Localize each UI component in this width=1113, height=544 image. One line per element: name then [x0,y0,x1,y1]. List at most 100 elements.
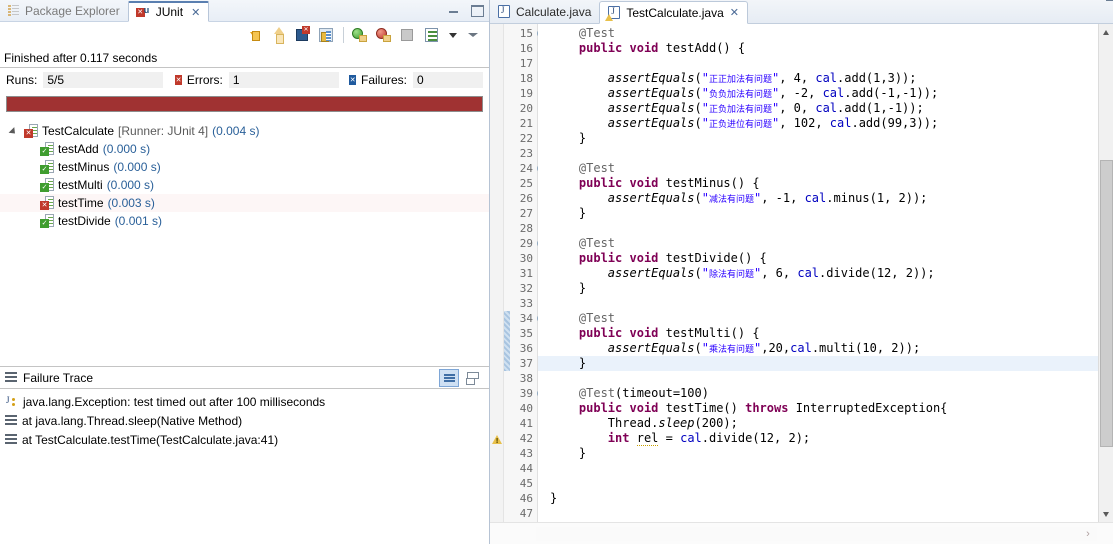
tree-test-time: (0.000 s) [113,160,161,174]
compare-icon[interactable] [463,369,483,387]
tab-calculate-java[interactable]: Calculate.java [490,0,599,23]
failure-trace-list[interactable]: Jjava.lang.Exception: test timed out aft… [0,389,489,544]
maximize-icon[interactable] [470,3,484,17]
line-number: 31 [519,267,533,280]
close-icon[interactable]: ✕ [730,6,739,19]
line-number: 20 [519,102,533,115]
code-line: } [550,491,558,505]
errors-value: 1 [228,72,339,88]
java-file-warning-icon [605,6,621,21]
tree-root-label: TestCalculate [42,124,115,138]
tree-test-node[interactable]: ✓ testDivide (0.001 s) [0,212,489,230]
failure-badge-icon: ✕ [349,75,356,85]
test-method-pass-icon: ✓ [40,160,54,174]
arrow-up-icon[interactable] [268,25,290,45]
line-number: 28 [519,222,533,235]
line-number: 21 [519,117,533,130]
runs-label: Runs: [6,73,38,87]
test-method-pass-icon: ✓ [40,178,54,192]
tree-test-label: testMulti [58,178,103,192]
editor-vertical-scrollbar[interactable] [1098,24,1113,522]
hscroll-track[interactable] [536,527,1097,541]
scroll-right-icon[interactable]: › [1081,527,1095,541]
progress-bar-fill [7,97,482,111]
stop-icon[interactable] [397,25,419,45]
code-line: public void testMinus() { [578,176,760,190]
code-line: } [550,131,587,145]
tree-root-node[interactable]: ✕ TestCalculate [Runner: JUnit 4] (0.004 s) [0,122,489,140]
failures-only-icon[interactable]: ✕ [292,25,314,45]
tree-test-node[interactable]: ✓ testMinus (0.000 s) [0,158,489,176]
tree-test-label: testDivide [58,214,111,228]
line-number: 27 [519,207,533,220]
trace-row-text: at TestCalculate.testTime(TestCalculate.… [22,432,279,447]
expand-twisty-icon[interactable] [10,126,20,136]
line-number: 22 [519,132,533,145]
line-number: 29 [504,236,546,251]
code-line: @Test(timeout=100) [578,386,709,400]
line-number: 16 [519,42,533,55]
tree-test-label: testMinus [58,160,110,174]
failures-value: 0 [413,72,483,88]
line-number: 18 [519,72,533,85]
line-number: 40 [519,402,533,415]
java-file-icon [498,5,510,18]
chevron-down-icon[interactable] [445,25,461,45]
minimize-icon[interactable] [448,3,461,16]
code-line: assertEquals("乘法有问题",20,cal.multi(10, 2)… [607,341,921,355]
lock-icon[interactable] [316,25,338,45]
exception-icon: J [5,395,18,408]
error-badge-icon: ✕ [175,75,182,85]
failure-trace-title: Failure Trace [23,370,94,385]
code-line: assertEquals("正负加法有问题", 0, cal.add(1,-1)… [607,101,924,115]
junit-icon: ✕ u [135,5,150,17]
tree-root-runner: [Runner: JUnit 4] [118,124,209,138]
package-explorer-icon [7,4,20,17]
editor-horizontal-scrollbar[interactable]: ‹ › [490,522,1113,544]
tab-testcalculate-java[interactable]: TestCalculate.java ✕ [599,1,748,24]
trace-row[interactable]: at java.lang.Thread.sleep(Native Method) [0,411,489,430]
junit-status-text: Finished after 0.117 seconds [0,48,489,68]
line-number: 45 [519,477,533,490]
rerun-green-icon[interactable] [349,25,371,45]
failure-trace-toolbar [439,369,483,387]
tab-package-explorer[interactable]: Package Explorer [0,0,128,21]
code-editor[interactable]: @Test public void testAdd() { assertEqua… [538,24,1113,522]
tree-test-node[interactable]: ✕ testTime (0.003 s) [0,194,489,212]
code-line: assertEquals("正正加法有问题", 4, cal.add(1,3))… [607,71,917,85]
tree-test-time: (0.001 s) [114,214,163,228]
history-list-icon[interactable] [421,25,443,45]
junit-view: Package Explorer ✕ u JUnit ✕ ✕ Finished … [0,0,490,544]
scrollbar-thumb[interactable] [1100,159,1113,448]
scroll-down-icon[interactable] [1099,507,1113,522]
test-method-error-icon: ✕ [40,196,54,210]
rerun-failed-icon[interactable] [373,25,395,45]
trace-row[interactable]: at TestCalculate.testTime(TestCalculate.… [0,430,489,449]
tree-test-node[interactable]: ✓ testAdd (0.000 s) [0,140,489,158]
editor-tab-bar: Calculate.java TestCalculate.java ✕ [490,0,1113,24]
filter-icon[interactable] [439,369,459,387]
trace-header-icon [5,372,17,383]
trace-row[interactable]: Jjava.lang.Exception: test timed out aft… [0,392,489,411]
line-number: 38 [519,372,533,385]
editor-body: 1516171819202122232425262728293031323334… [490,24,1113,522]
line-number: 24 [504,161,546,176]
warning-marker-icon[interactable] [492,433,502,445]
view-window-controls [448,3,484,17]
arrow-down-icon[interactable] [244,25,266,45]
line-number: 46 [519,492,533,505]
tree-test-label: testTime [58,196,104,210]
annotation-ruler[interactable] [490,24,504,522]
close-icon[interactable]: ✕ [191,6,200,19]
code-line: public void testTime() throws Interrupte… [578,401,948,415]
tab-junit[interactable]: ✕ u JUnit ✕ [127,1,210,22]
test-result-tree[interactable]: ✕ TestCalculate [Runner: JUnit 4] (0.004 s)… [0,118,489,367]
scroll-up-icon[interactable] [1099,24,1113,39]
code-line: assertEquals("正负进位有问题", 102, cal.add(99,… [607,116,939,130]
tree-test-node[interactable]: ✓ testMulti (0.000 s) [0,176,489,194]
collapse-chevron-icon[interactable] [463,25,483,45]
